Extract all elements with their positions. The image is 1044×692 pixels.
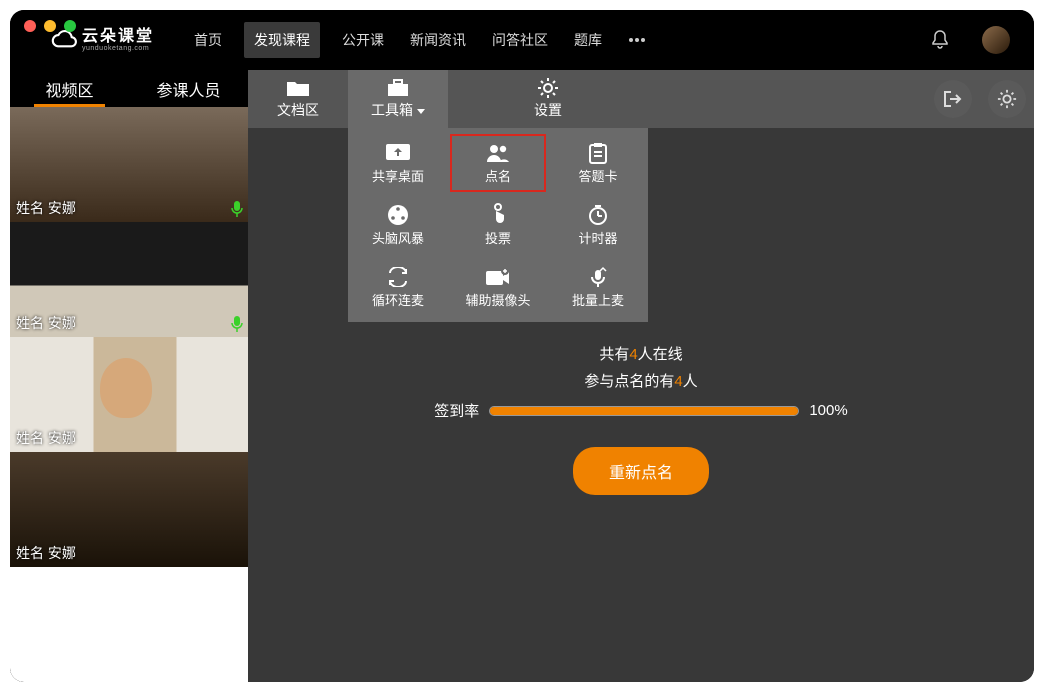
clock-icon xyxy=(585,204,611,226)
more-icon xyxy=(628,37,646,43)
logo-text-cn: 云朵课堂 xyxy=(82,29,154,45)
cycle-icon xyxy=(385,266,411,288)
tool-settings[interactable]: 设置 xyxy=(498,70,598,128)
nav-discover[interactable]: 发现课程 xyxy=(244,22,320,58)
maximize-dot[interactable] xyxy=(64,20,76,32)
top-nav: 云朵课堂 yunduoketang.com 首页 发现课程 公开课 新闻资讯 问… xyxy=(10,10,1034,70)
participant-name: 姓名 安娜 xyxy=(16,313,76,333)
tool-label: 设置 xyxy=(534,100,562,120)
menu-label: 辅助摄像头 xyxy=(465,290,530,309)
settings-button[interactable] xyxy=(988,80,1026,118)
tool-label: 文档区 xyxy=(277,100,319,120)
film-reel-icon xyxy=(385,204,411,226)
menu-label: 头脑风暴 xyxy=(372,228,424,247)
content-area: 文档区 工具箱 设置 xyxy=(248,70,1034,682)
sidebar: 视频区 参课人员 姓名 安娜 姓名 安娜 姓名 安娜 姓名 安娜 xyxy=(10,70,248,682)
share-screen-icon xyxy=(385,142,411,164)
people-icon xyxy=(485,142,511,164)
menu-batch-mic[interactable]: 批量上麦 xyxy=(548,256,648,318)
video-tile-empty xyxy=(10,567,248,682)
video-tile[interactable]: 姓名 安娜 xyxy=(10,107,248,222)
bell-icon xyxy=(930,29,950,51)
rollcall-panel: 共有4人在线 参与点名的有4人 签到率 100% 重新点名 xyxy=(248,340,1034,495)
nav-bank[interactable]: 题库 xyxy=(570,24,606,56)
toolbox-dropdown: 共享桌面 点名 答题卡 头脑风暴 投票 xyxy=(348,128,648,322)
menu-aux-camera[interactable]: 辅助摄像头 xyxy=(448,256,548,318)
menu-label: 循环连麦 xyxy=(372,290,424,309)
menu-vote[interactable]: 投票 xyxy=(448,194,548,256)
nav-news[interactable]: 新闻资讯 xyxy=(406,24,470,56)
video-tile[interactable]: 姓名 安娜 xyxy=(10,337,248,452)
close-dot[interactable] xyxy=(24,20,36,32)
participant-name: 姓名 安娜 xyxy=(16,198,76,218)
menu-roll-call[interactable]: 点名 xyxy=(448,132,548,194)
tab-participants[interactable]: 参课人员 xyxy=(129,70,248,107)
tab-video-area[interactable]: 视频区 xyxy=(10,70,129,107)
video-tile[interactable]: 姓名 安娜 xyxy=(10,452,248,567)
exit-button[interactable] xyxy=(934,80,972,118)
menu-label: 投票 xyxy=(485,228,511,247)
rate-label: 签到率 xyxy=(434,400,479,421)
tool-toolbox[interactable]: 工具箱 xyxy=(348,70,448,128)
tool-document-area[interactable]: 文档区 xyxy=(248,70,348,128)
attendance-progress xyxy=(489,406,799,416)
mic-icon xyxy=(230,315,244,333)
menu-brainstorm[interactable]: 头脑风暴 xyxy=(348,194,448,256)
menu-share-desktop[interactable]: 共享桌面 xyxy=(348,132,448,194)
menu-label: 点名 xyxy=(485,166,511,185)
user-avatar[interactable] xyxy=(982,26,1010,54)
menu-answer-card[interactable]: 答题卡 xyxy=(548,132,648,194)
gear-icon xyxy=(536,78,560,98)
gear-icon xyxy=(997,89,1017,109)
nav-open-class[interactable]: 公开课 xyxy=(338,24,388,56)
menu-label: 答题卡 xyxy=(578,166,617,185)
menu-label: 批量上麦 xyxy=(572,290,624,309)
briefcase-icon xyxy=(386,78,410,98)
menu-label: 计时器 xyxy=(578,228,617,247)
nav-home[interactable]: 首页 xyxy=(190,24,226,56)
menu-label: 共享桌面 xyxy=(372,166,424,185)
mic-up-icon xyxy=(585,266,611,288)
mic-icon xyxy=(230,200,244,218)
minimize-dot[interactable] xyxy=(44,20,56,32)
cloud-icon xyxy=(50,29,78,51)
attend-line: 参与点名的有4人 xyxy=(584,370,697,391)
menu-cycle-mic[interactable]: 循环连麦 xyxy=(348,256,448,318)
rate-value: 100% xyxy=(809,402,847,419)
redo-rollcall-button[interactable]: 重新点名 xyxy=(573,447,709,495)
menu-timer[interactable]: 计时器 xyxy=(548,194,648,256)
nav-more[interactable] xyxy=(624,31,650,49)
attendance-rate-row: 签到率 100% xyxy=(434,400,847,421)
hand-tap-icon xyxy=(485,204,511,226)
logo-text-en: yunduoketang.com xyxy=(82,45,154,52)
folder-icon xyxy=(286,78,310,98)
exit-icon xyxy=(943,90,963,108)
notifications-button[interactable] xyxy=(930,29,950,51)
tool-label: 工具箱 xyxy=(371,100,425,120)
window-traffic-lights xyxy=(24,20,76,32)
participant-name: 姓名 安娜 xyxy=(16,428,76,448)
chevron-down-icon xyxy=(417,109,425,114)
content-toolbar: 文档区 工具箱 设置 xyxy=(248,70,1034,128)
clipboard-icon xyxy=(585,142,611,164)
participant-name: 姓名 安娜 xyxy=(16,543,76,563)
video-tile[interactable]: 姓名 安娜 xyxy=(10,222,248,337)
camera-plus-icon xyxy=(485,266,511,288)
nav-qa[interactable]: 问答社区 xyxy=(488,24,552,56)
online-line: 共有4人在线 xyxy=(599,343,682,364)
